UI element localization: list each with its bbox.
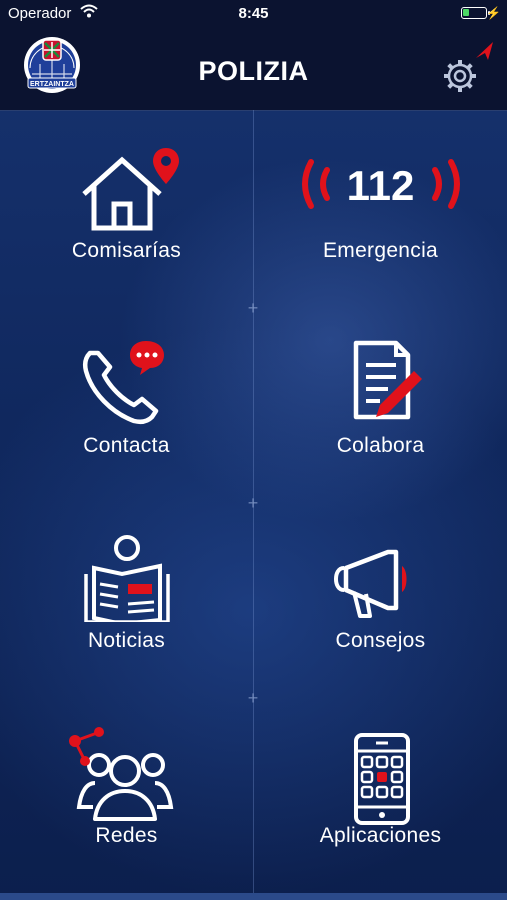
bottom-edge bbox=[0, 893, 507, 900]
status-bar: Operador 8:45 ⚡ bbox=[0, 0, 507, 28]
emergency-number: 112 bbox=[346, 162, 415, 209]
phone-chat-icon bbox=[82, 341, 164, 425]
menu-item-label: Redes bbox=[95, 824, 158, 847]
megaphone-icon bbox=[333, 549, 406, 618]
menu-item-label: Consejos bbox=[335, 629, 426, 652]
newspaper-reader-icon bbox=[83, 535, 170, 622]
document-pencil-icon bbox=[353, 340, 422, 420]
house-location-icon bbox=[81, 148, 179, 231]
menu-item-consejos[interactable]: Consejos bbox=[254, 500, 507, 695]
menu-item-emergencia[interactable]: 112 Emergencia bbox=[254, 110, 507, 305]
page-title: POLIZIA bbox=[198, 56, 309, 86]
menu-item-label: Colabora bbox=[336, 434, 425, 457]
clock: 8:45 bbox=[238, 5, 269, 22]
menu-item-noticias[interactable]: Noticias bbox=[0, 500, 253, 695]
main-menu-grid: + + + Comisarías 112 Emergencia Contacta… bbox=[0, 110, 507, 900]
menu-item-label: Noticias bbox=[87, 629, 166, 652]
social-network-icon bbox=[68, 727, 173, 821]
gear-icon[interactable] bbox=[436, 40, 498, 102]
menu-item-label: Emergencia bbox=[322, 239, 439, 262]
menu-item-label: Aplicaciones bbox=[319, 824, 442, 847]
menu-item-label: Comisarías bbox=[71, 239, 182, 262]
menu-item-colabora[interactable]: Colabora bbox=[254, 305, 507, 500]
phone-apps-icon bbox=[353, 733, 410, 825]
charging-icon: ⚡ bbox=[486, 6, 501, 20]
menu-item-aplicaciones[interactable]: Aplicaciones bbox=[254, 695, 507, 890]
menu-item-comisarias[interactable]: Comisarías bbox=[0, 110, 253, 305]
menu-item-contacta[interactable]: Contacta bbox=[0, 305, 253, 500]
menu-item-redes[interactable]: Redes bbox=[0, 695, 253, 890]
menu-item-label: Contacta bbox=[83, 434, 170, 457]
battery-icon bbox=[461, 7, 490, 19]
app-header: ERTZAINTZA POLIZIA bbox=[0, 28, 507, 111]
